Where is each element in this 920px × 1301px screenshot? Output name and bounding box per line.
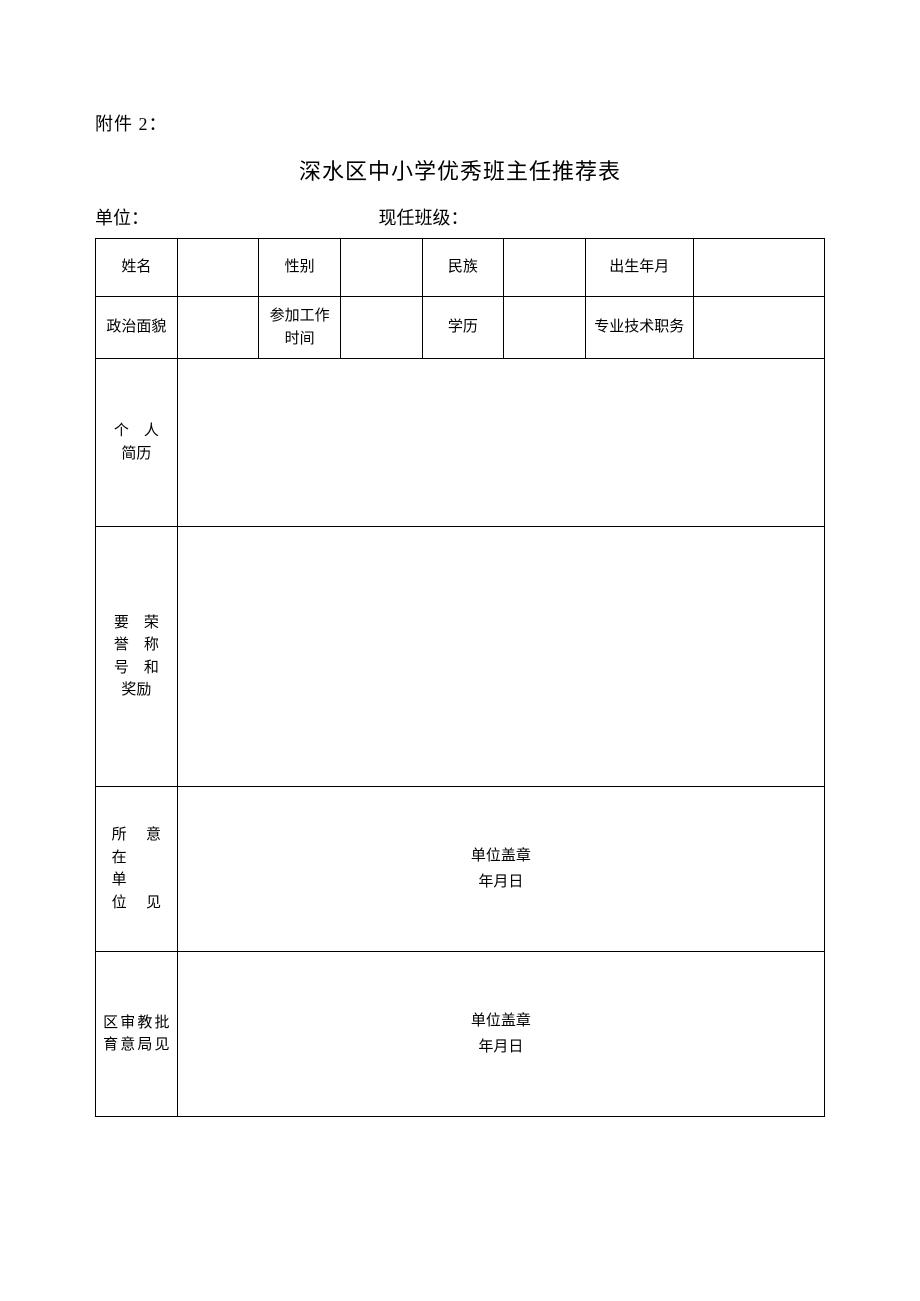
field-tech-title[interactable] <box>693 297 824 359</box>
meta-unit-label: 单位： <box>95 204 149 230</box>
label-tech-title: 专业技术职务 <box>585 297 693 359</box>
unit-op-char: 意 <box>136 824 170 847</box>
label-name: 姓名 <box>96 239 178 297</box>
bureau-char: 教 <box>136 1012 153 1035</box>
unit-op-char <box>136 869 170 892</box>
field-political[interactable] <box>177 297 259 359</box>
field-unit-opinion[interactable]: 单位盖章 年月日 <box>177 787 824 952</box>
field-bureau-opinion[interactable]: 单位盖章 年月日 <box>177 952 824 1117</box>
field-birth[interactable] <box>693 239 824 297</box>
table-row: 区 育 审 意 教 局 批 见 单位盖章 年月日 <box>96 952 825 1117</box>
table-row: 个 人 简历 <box>96 359 825 527</box>
unit-op-char: 在 <box>102 847 136 870</box>
label-birth: 出生年月 <box>585 239 693 297</box>
table-row: 所 在 单 位 意 见 单位盖章 年月日 <box>96 787 825 952</box>
label-honor-line1: 要 荣 <box>102 612 171 635</box>
unit-op-char: 位 <box>102 892 136 915</box>
field-ethnicity[interactable] <box>504 239 586 297</box>
label-gender: 性别 <box>259 239 341 297</box>
field-name[interactable] <box>177 239 259 297</box>
label-political: 政治面貌 <box>96 297 178 359</box>
bureau-char: 局 <box>136 1034 153 1057</box>
field-education[interactable] <box>504 297 586 359</box>
label-unit-opinion: 所 在 单 位 意 见 <box>96 787 178 952</box>
table-row: 政治面貌 参加工作时间 学历 专业技术职务 <box>96 297 825 359</box>
date-text: 年月日 <box>184 1036 818 1059</box>
label-honor-line3: 号 和 <box>102 657 171 680</box>
document-title: 深水区中小学优秀班主任推荐表 <box>95 154 825 186</box>
attachment-label: 附件 2： <box>95 110 825 136</box>
label-ethnicity: 民族 <box>422 239 504 297</box>
label-bureau-opinion: 区 育 审 意 教 局 批 见 <box>96 952 178 1117</box>
unit-op-char <box>136 847 170 870</box>
label-resume-line2: 简历 <box>102 443 171 466</box>
stamp-text: 单位盖章 <box>184 845 818 868</box>
date-text: 年月日 <box>184 871 818 894</box>
bureau-char: 区 <box>102 1012 119 1035</box>
bureau-char: 意 <box>119 1034 136 1057</box>
label-education: 学历 <box>422 297 504 359</box>
unit-op-char: 单 <box>102 869 136 892</box>
table-row: 要 荣 誉 称 号 和 奖励 <box>96 527 825 787</box>
unit-op-char: 见 <box>136 892 170 915</box>
bureau-char: 批 <box>153 1012 170 1035</box>
bureau-char: 审 <box>119 1012 136 1035</box>
recommendation-form-table: 姓名 性别 民族 出生年月 政治面貌 参加工作时间 学历 专业技术职务 个 人 … <box>95 238 825 1117</box>
label-resume: 个 人 简历 <box>96 359 178 527</box>
field-resume[interactable] <box>177 359 824 527</box>
unit-op-char: 所 <box>102 824 136 847</box>
label-honor-line4: 奖励 <box>102 679 171 702</box>
label-work-start: 参加工作时间 <box>259 297 341 359</box>
label-resume-line1: 个 人 <box>102 420 171 443</box>
label-honor-line2: 誉 称 <box>102 634 171 657</box>
field-work-start[interactable] <box>340 297 422 359</box>
stamp-text: 单位盖章 <box>184 1010 818 1033</box>
label-honor: 要 荣 誉 称 号 和 奖励 <box>96 527 178 787</box>
field-gender[interactable] <box>340 239 422 297</box>
meta-row: 单位： 现任班级： <box>95 204 825 230</box>
bureau-char: 育 <box>102 1034 119 1057</box>
bureau-char: 见 <box>153 1034 170 1057</box>
table-row: 姓名 性别 民族 出生年月 <box>96 239 825 297</box>
field-honor[interactable] <box>177 527 824 787</box>
meta-class-label: 现任班级： <box>379 204 469 230</box>
